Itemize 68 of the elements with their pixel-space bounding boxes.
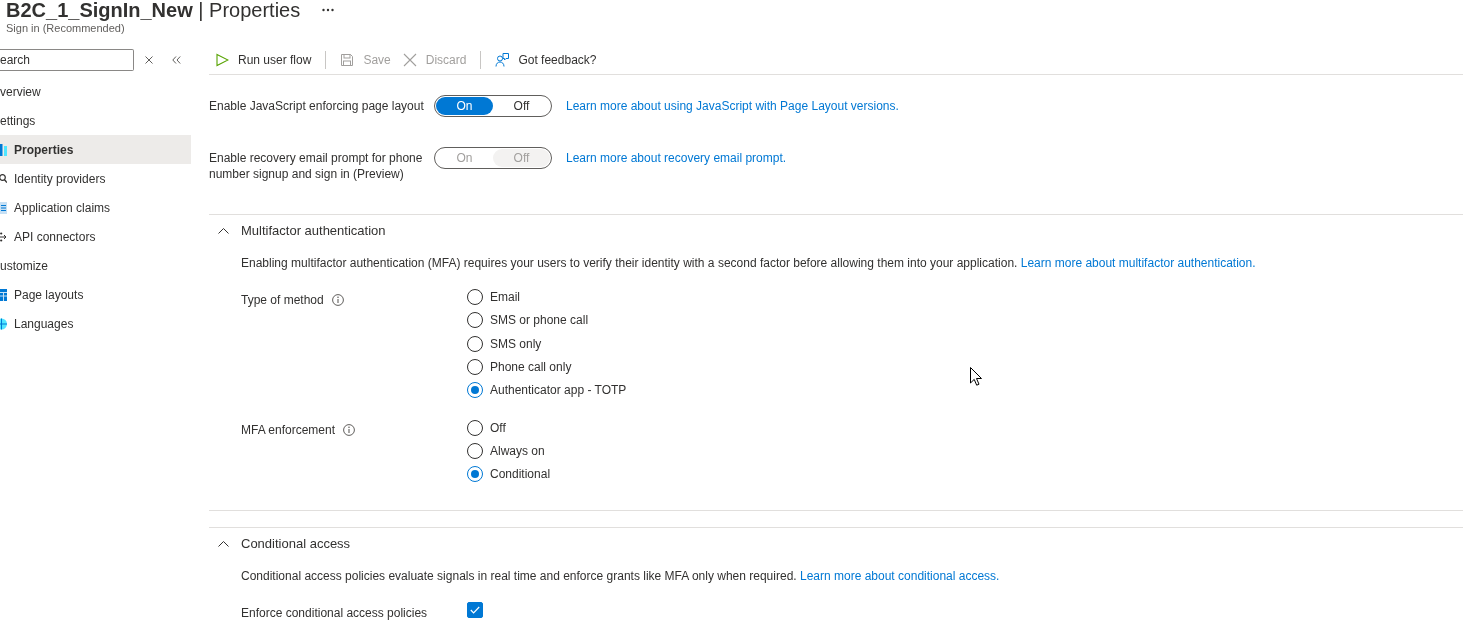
setting-label: Enable JavaScript enforcing page layout xyxy=(209,98,425,114)
radio-button[interactable] xyxy=(467,335,483,352)
close-icon[interactable] xyxy=(145,56,153,64)
radio-button[interactable] xyxy=(467,466,483,483)
person-speech-icon xyxy=(495,53,510,67)
radio-label[interactable]: Email xyxy=(490,289,520,306)
radio-label[interactable]: Phone call only xyxy=(490,358,572,375)
radio-button[interactable] xyxy=(467,419,483,436)
toggle-option[interactable]: Off xyxy=(493,97,550,115)
learn-more-link[interactable]: Learn more about conditional access. xyxy=(799,569,1000,583)
description-text: Enabling multifactor authentication (MFA) requires your users to verify their identity with a second factor before allowing them into your application. Learn more about multifactor authentication. xyxy=(241,255,1257,271)
radio-button[interactable] xyxy=(467,289,483,306)
magnifier-icon xyxy=(0,172,7,185)
radio-label[interactable]: Authenticator app - TOTP xyxy=(490,382,627,399)
nav-item[interactable]: Page layouts xyxy=(0,280,191,309)
nav-item[interactable]: Properties xyxy=(0,135,191,164)
nav-item[interactable]: Application claims xyxy=(0,193,191,222)
radio-label[interactable]: SMS or phone call xyxy=(490,312,589,329)
page-subtitle: Sign in (Recommended) xyxy=(6,22,125,35)
radio-label[interactable]: Off xyxy=(490,419,506,436)
feedback-button[interactable]: Got feedback? xyxy=(489,48,603,72)
info-icon[interactable] xyxy=(343,424,356,437)
nav-label: Application claims xyxy=(14,199,111,216)
arrow-icon xyxy=(0,230,7,243)
radio-label[interactable]: SMS only xyxy=(490,335,542,352)
info-icon[interactable] xyxy=(331,293,344,306)
globe-icon xyxy=(0,317,7,330)
toggle-option[interactable]: On xyxy=(436,97,493,115)
field-label: Enforce conditional access policies xyxy=(241,604,428,621)
radio-button[interactable] xyxy=(467,358,483,375)
radio-button[interactable] xyxy=(467,312,483,329)
nav-label: Page layouts xyxy=(14,286,84,303)
check-icon xyxy=(470,606,480,615)
description-text: Conditional access policies evaluate signals in real time and enforce grants like MFA only when required. Learn more about conditional access. xyxy=(241,568,1001,584)
field-label: Type of method xyxy=(241,291,324,308)
more-icon[interactable] xyxy=(322,8,335,12)
radio-label[interactable]: Conditional xyxy=(490,466,551,483)
nav-item[interactable]: Languages xyxy=(0,309,191,338)
section-toggle[interactable]: Conditional access xyxy=(209,528,351,560)
document-icon xyxy=(0,201,7,214)
cross-icon xyxy=(402,53,417,67)
run-button[interactable]: Run user flow xyxy=(209,48,318,72)
table-icon xyxy=(0,288,7,301)
radio-label[interactable]: Always on xyxy=(490,443,545,460)
nav-label: Properties xyxy=(14,141,74,158)
nav-item[interactable]: API connectors xyxy=(0,222,191,251)
play-icon xyxy=(215,53,229,67)
radio-button[interactable] xyxy=(467,382,483,399)
nav-label: API connectors xyxy=(14,228,96,245)
nav-label: Identity providers xyxy=(14,170,106,187)
nav-group-label: ettings xyxy=(0,112,37,130)
mouse-pointer-icon xyxy=(970,367,982,386)
setting-label: Enable recovery email prompt for phone number signup and sign in (Preview) xyxy=(209,150,424,182)
nav-item[interactable]: verview xyxy=(0,77,191,106)
nav-label: Languages xyxy=(14,315,74,332)
bars-icon xyxy=(0,143,7,156)
field-label: MFA enforcement xyxy=(241,422,336,439)
save-icon xyxy=(340,53,355,67)
checkbox[interactable] xyxy=(467,602,483,619)
learn-more-link[interactable]: Learn more about multifactor authentication. xyxy=(1020,256,1256,270)
radio-button[interactable] xyxy=(467,443,483,460)
nav-group-label: ustomize xyxy=(0,257,50,275)
double-chevron-icon[interactable] xyxy=(172,56,181,64)
nav-item[interactable]: Identity providers xyxy=(0,164,191,193)
learn-more-link[interactable]: Learn more about using JavaScript with Page Layout versions. xyxy=(566,98,899,114)
search-field[interactable]: earch xyxy=(0,49,134,71)
section-toggle[interactable]: Multifactor authentication xyxy=(209,215,386,247)
page-title: B2C_1_SignIn_New | Properties xyxy=(6,0,301,20)
